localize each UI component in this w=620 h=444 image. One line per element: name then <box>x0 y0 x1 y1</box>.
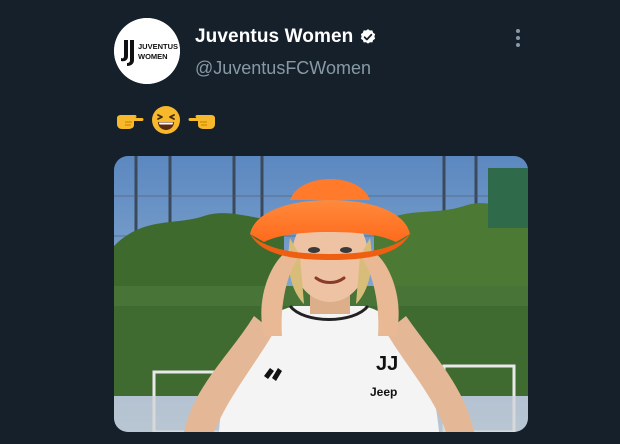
author-display-name[interactable]: Juventus Women <box>195 26 353 48</box>
svg-text:JUVENTUS: JUVENTUS <box>138 42 178 51</box>
point-right-emoji-icon <box>114 104 146 136</box>
svg-text:JJ: JJ <box>376 353 398 375</box>
shirt-sponsor-text: Jeep <box>370 385 397 399</box>
author-handle[interactable]: @JuventusFCWomen <box>195 58 371 79</box>
tweet-text <box>114 104 218 136</box>
tweet-photo[interactable]: JJ Jeep <box>114 156 528 432</box>
photo-image: JJ Jeep <box>114 156 528 432</box>
laughing-face-emoji-icon <box>150 104 182 136</box>
author-name-row: Juventus Women <box>195 26 377 48</box>
svg-text:WOMEN: WOMEN <box>138 52 168 61</box>
more-options-button[interactable] <box>508 27 528 49</box>
avatar[interactable]: JUVENTUS WOMEN <box>114 18 180 84</box>
more-vertical-icon <box>516 29 520 47</box>
juventus-women-logo: JUVENTUS WOMEN <box>114 18 180 84</box>
point-left-emoji-icon <box>186 104 218 136</box>
tweet-card: JUVENTUS WOMEN Juventus Women @JuventusF… <box>0 0 620 444</box>
verified-badge-icon <box>359 28 377 46</box>
